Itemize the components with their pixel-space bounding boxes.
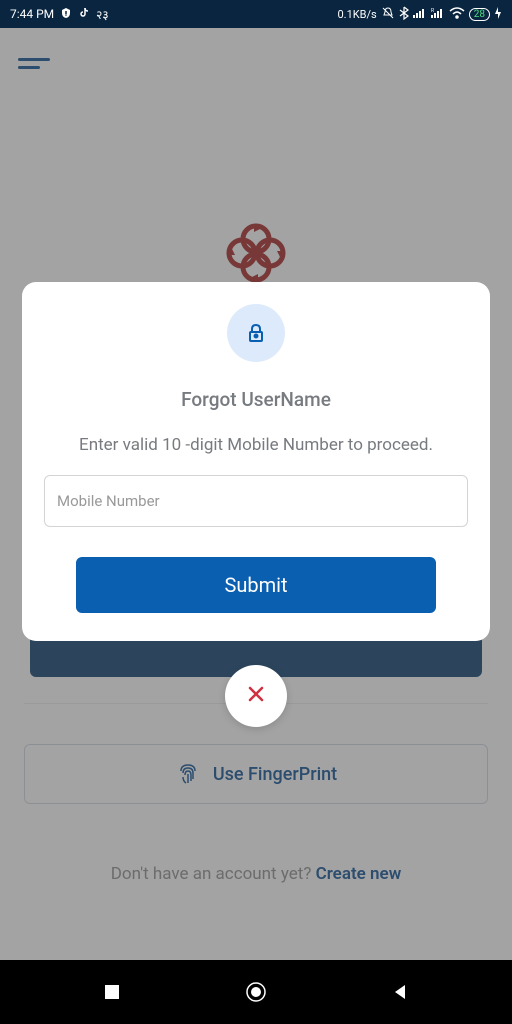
recent-apps-button[interactable] bbox=[100, 980, 124, 1004]
wifi-icon bbox=[449, 7, 465, 22]
back-button[interactable] bbox=[388, 980, 412, 1004]
battery-indicator: 28 bbox=[469, 8, 490, 21]
modal-description: Enter valid 10 -digit Mobile Number to p… bbox=[44, 435, 468, 455]
svg-text:R: R bbox=[431, 8, 434, 14]
tiktok-icon bbox=[78, 7, 90, 22]
lock-icon bbox=[227, 304, 285, 362]
shield-icon bbox=[60, 7, 72, 22]
data-rate: 0.1KB/s bbox=[338, 8, 377, 21]
home-button[interactable] bbox=[244, 980, 268, 1004]
signal-icon bbox=[413, 7, 427, 22]
mobile-number-input[interactable] bbox=[44, 475, 468, 527]
forgot-username-modal: Forgot UserName Enter valid 10 -digit Mo… bbox=[22, 282, 490, 641]
bluetooth-icon bbox=[399, 6, 409, 23]
bell-off-icon bbox=[381, 6, 395, 23]
close-button[interactable] bbox=[225, 665, 287, 727]
android-nav-bar bbox=[0, 960, 512, 1024]
modal-title: Forgot UserName bbox=[44, 388, 468, 411]
close-icon bbox=[245, 683, 267, 709]
submit-button[interactable]: Submit bbox=[76, 557, 436, 613]
status-marathi: २३ bbox=[96, 6, 108, 23]
charging-icon bbox=[494, 7, 502, 22]
signal2-icon: R bbox=[431, 7, 445, 22]
status-time: 7:44 PM bbox=[10, 7, 54, 21]
status-bar: 7:44 PM २३ 0.1KB/s R 28 bbox=[0, 0, 512, 28]
